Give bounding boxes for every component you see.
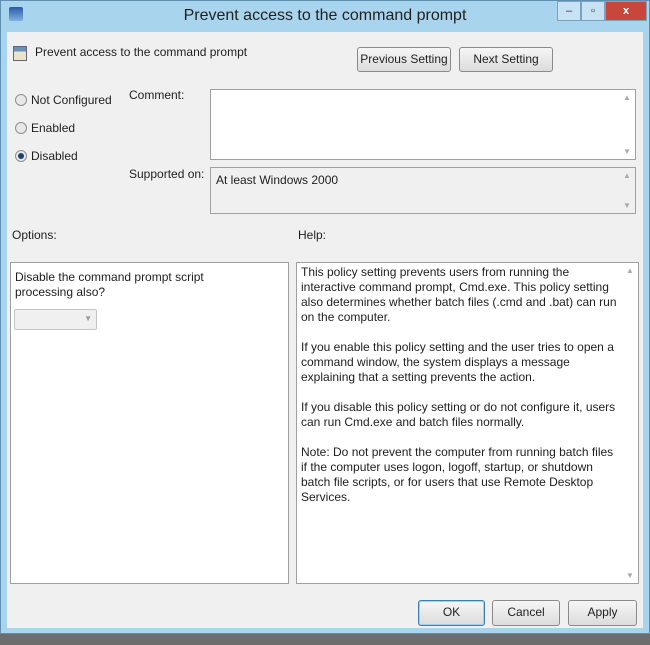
supported-on-field: At least Windows 2000 ▲ ▼ <box>210 167 636 214</box>
dialog-body: Prevent access to the command prompt Pre… <box>7 32 643 628</box>
minimize-button[interactable]: – <box>557 1 581 21</box>
scroll-down-icon[interactable]: ▼ <box>619 201 635 210</box>
close-button[interactable]: x <box>605 1 647 21</box>
help-paragraph: Note: Do not prevent the computer from r… <box>301 445 614 504</box>
scroll-down-icon[interactable]: ▼ <box>619 147 635 156</box>
not-configured-label[interactable]: Not Configured <box>31 93 112 107</box>
scroll-up-icon[interactable]: ▲ <box>619 171 635 180</box>
enabled-label[interactable]: Enabled <box>31 121 75 135</box>
script-processing-dropdown[interactable]: ▼ <box>14 309 97 330</box>
scroll-up-icon[interactable]: ▲ <box>622 266 638 275</box>
previous-setting-button[interactable]: Previous Setting <box>357 47 451 72</box>
ok-button[interactable]: OK <box>418 600 485 626</box>
dialog-window: Prevent access to the command prompt – ▫… <box>0 0 650 634</box>
help-label: Help: <box>298 228 327 242</box>
options-text: Disable the command prompt script proces… <box>15 270 204 299</box>
chevron-down-icon: ▼ <box>84 314 92 323</box>
options-label: Options: <box>12 228 57 242</box>
help-scrollbar[interactable]: ▲ ▼ <box>622 263 638 583</box>
help-text: This policy setting prevents users from … <box>301 265 621 520</box>
supported-on-label: Supported on: <box>129 167 205 181</box>
help-panel: This policy setting prevents users from … <box>296 262 639 584</box>
help-paragraph: If you disable this policy setting or do… <box>301 400 616 429</box>
supported-scrollbar[interactable]: ▲ ▼ <box>619 168 635 213</box>
radio-not-configured[interactable] <box>15 94 27 106</box>
cancel-button[interactable]: Cancel <box>492 600 560 626</box>
next-setting-button[interactable]: Next Setting <box>459 47 553 72</box>
scroll-down-icon[interactable]: ▼ <box>622 571 638 580</box>
help-paragraph: If you enable this policy setting and th… <box>301 340 614 384</box>
apply-button[interactable]: Apply <box>568 600 637 626</box>
comment-scrollbar[interactable]: ▲ ▼ <box>619 90 635 159</box>
radio-disabled[interactable] <box>15 150 27 162</box>
maximize-button[interactable]: ▫ <box>581 1 605 21</box>
help-paragraph: This policy setting prevents users from … <box>301 265 617 324</box>
comment-input[interactable]: ▲ ▼ <box>210 89 636 160</box>
policy-setting-icon <box>13 46 27 61</box>
scroll-up-icon[interactable]: ▲ <box>619 93 635 102</box>
setting-name: Prevent access to the command prompt <box>35 45 248 59</box>
radio-enabled[interactable] <box>15 122 27 134</box>
disabled-label[interactable]: Disabled <box>31 149 78 163</box>
title-bar[interactable]: Prevent access to the command prompt – ▫… <box>1 1 649 31</box>
options-panel: Disable the command prompt script proces… <box>10 262 289 584</box>
window-title: Prevent access to the command prompt <box>183 7 467 24</box>
supported-on-value: At least Windows 2000 <box>216 173 339 187</box>
comment-label: Comment: <box>129 88 185 102</box>
